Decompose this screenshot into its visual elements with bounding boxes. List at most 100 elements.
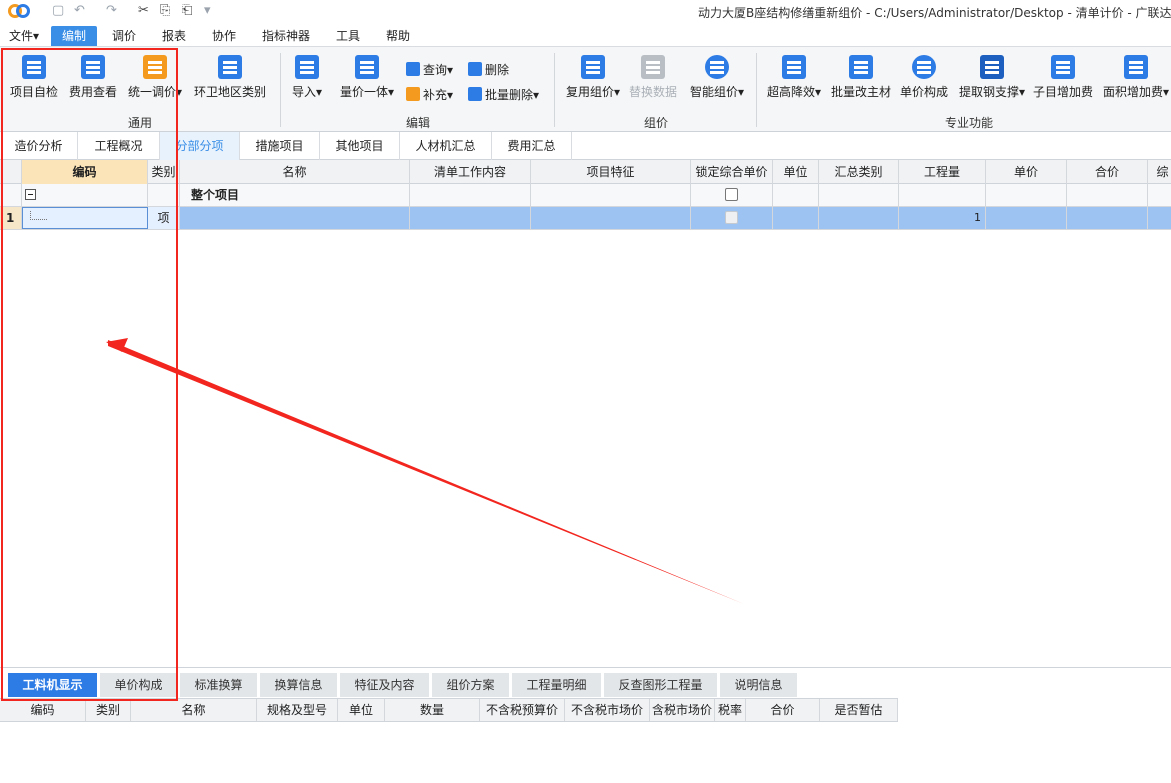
- batch-change-main-material-button[interactable]: 批量改主材: [831, 55, 891, 100]
- tab-sub-items[interactable]: 分部分项: [160, 132, 240, 160]
- total-price-cell[interactable]: [1067, 184, 1148, 206]
- replace-data-button[interactable]: 替换数据: [629, 55, 677, 100]
- column-header-type[interactable]: 类别: [148, 160, 180, 184]
- save-icon[interactable]: ▢: [52, 3, 64, 18]
- tab-standard-conversion[interactable]: 标准换算: [180, 673, 258, 697]
- detail-header-name[interactable]: 名称: [131, 699, 257, 721]
- unified-price-adjust-button[interactable]: 统一调价▾: [128, 55, 182, 100]
- tab-conversion-info[interactable]: 换算信息: [260, 673, 338, 697]
- sanitation-area-category-button[interactable]: 环卫地区类别: [194, 55, 266, 100]
- tab-reverse-graphic-quantity[interactable]: 反查图形工程量: [604, 673, 718, 697]
- redo-icon[interactable]: ↷: [106, 3, 117, 18]
- detail-header-budget-price[interactable]: 不含税预算价: [480, 699, 565, 721]
- area-surcharge-button[interactable]: 面积增加费▾: [1103, 55, 1169, 100]
- copy-icon[interactable]: ⎘: [160, 3, 170, 18]
- column-header-unit-price[interactable]: 单价: [986, 160, 1067, 184]
- features-cell[interactable]: [531, 207, 691, 229]
- quantity-cell[interactable]: [899, 184, 986, 206]
- import-button[interactable]: 导入▾: [292, 55, 322, 100]
- unit-price-cell[interactable]: [986, 207, 1067, 229]
- total-price-cell[interactable]: [1067, 207, 1148, 229]
- name-cell[interactable]: 整个项目: [180, 184, 410, 206]
- column-header-name[interactable]: 名称: [180, 160, 410, 184]
- tab-measures[interactable]: 措施项目: [240, 132, 320, 160]
- code-cell[interactable]: [22, 184, 148, 206]
- tab-pricing-scheme[interactable]: 组价方案: [432, 673, 510, 697]
- super-height-reduction-button[interactable]: 超高降效▾: [767, 55, 821, 100]
- smart-pricing-button[interactable]: 智能组价▾: [690, 55, 744, 100]
- lock-price-checkbox[interactable]: [725, 211, 738, 224]
- work-content-cell[interactable]: [410, 184, 531, 206]
- menu-edit[interactable]: 编制: [51, 26, 98, 46]
- summary-category-cell[interactable]: [819, 207, 899, 229]
- detail-header-code[interactable]: 编码: [0, 699, 86, 721]
- column-header-code[interactable]: 编码: [22, 160, 148, 184]
- lock-price-checkbox[interactable]: [725, 188, 738, 201]
- tab-description-info[interactable]: 说明信息: [720, 673, 798, 697]
- column-header-quantity[interactable]: 工程量: [899, 160, 986, 184]
- features-cell[interactable]: [531, 184, 691, 206]
- tab-other-items[interactable]: 其他项目: [320, 132, 400, 160]
- column-header-summary-category[interactable]: 汇总类别: [819, 160, 899, 184]
- column-header-unit[interactable]: 单位: [773, 160, 819, 184]
- supplement-button[interactable]: 补充▾: [406, 85, 453, 105]
- table-row[interactable]: 1 项 1: [0, 207, 1171, 230]
- detail-header-tax-market-price[interactable]: 含税市场价: [650, 699, 715, 721]
- paste-icon[interactable]: ⎗: [182, 3, 192, 18]
- undo-icon[interactable]: ↶: [74, 3, 85, 18]
- tab-quantity-detail[interactable]: 工程量明细: [512, 673, 602, 697]
- type-cell[interactable]: [148, 184, 180, 206]
- detail-header-provisional[interactable]: 是否暂估: [820, 699, 898, 721]
- detail-header-market-price[interactable]: 不含税市场价: [565, 699, 650, 721]
- grid-empty-area[interactable]: [0, 231, 1171, 667]
- batch-delete-button[interactable]: 批量删除▾: [468, 85, 539, 105]
- reuse-pricing-button[interactable]: 复用组价▾: [566, 55, 620, 100]
- menu-indicator-tool[interactable]: 指标神器: [256, 26, 316, 46]
- tab-labor-material-display[interactable]: 工料机显示: [8, 673, 98, 697]
- menu-adjust-price[interactable]: 调价: [106, 26, 142, 46]
- quantity-price-integration-button[interactable]: 量价一体▾: [340, 55, 394, 100]
- detail-header-unit[interactable]: 单位: [338, 699, 385, 721]
- detail-header-type[interactable]: 类别: [86, 699, 131, 721]
- detail-header-quantity[interactable]: 数量: [385, 699, 480, 721]
- detail-header-total[interactable]: 合价: [746, 699, 820, 721]
- unit-price-cell[interactable]: [986, 184, 1067, 206]
- tab-unit-price-composition[interactable]: 单价构成: [100, 673, 178, 697]
- table-row[interactable]: 整个项目: [0, 184, 1171, 207]
- type-cell[interactable]: 项: [148, 207, 180, 229]
- tab-cost-summary[interactable]: 费用汇总: [492, 132, 572, 160]
- unit-cell[interactable]: [773, 207, 819, 229]
- tab-features-content[interactable]: 特征及内容: [340, 673, 430, 697]
- unit-price-composition-button[interactable]: 单价构成: [900, 55, 948, 100]
- code-input[interactable]: [22, 207, 148, 229]
- detail-header-spec[interactable]: 规格及型号: [257, 699, 338, 721]
- tab-project-overview[interactable]: 工程概况: [78, 132, 160, 160]
- name-cell[interactable]: [180, 207, 410, 229]
- unit-price-icon: [912, 55, 936, 79]
- sub-item-surcharge-button[interactable]: 子目增加费: [1033, 55, 1093, 100]
- menu-report[interactable]: 报表: [156, 26, 192, 46]
- customize-dropdown-icon[interactable]: ▾: [204, 3, 211, 18]
- column-header-total-price[interactable]: 合价: [1067, 160, 1148, 184]
- work-content-cell[interactable]: [410, 207, 531, 229]
- cut-icon[interactable]: ✂: [138, 3, 149, 18]
- column-header-features[interactable]: 项目特征: [531, 160, 691, 184]
- menu-tools[interactable]: 工具: [330, 26, 366, 46]
- menu-file[interactable]: 文件▾: [3, 26, 45, 46]
- project-self-check-button[interactable]: 项目自检: [10, 55, 58, 100]
- column-header-work-content[interactable]: 清单工作内容: [410, 160, 531, 184]
- unit-cell[interactable]: [773, 184, 819, 206]
- cost-view-button[interactable]: 费用查看: [69, 55, 117, 100]
- menu-collaborate[interactable]: 协作: [206, 26, 242, 46]
- tab-labor-material-summary[interactable]: 人材机汇总: [400, 132, 492, 160]
- column-header-lock-price[interactable]: 锁定综合单价: [691, 160, 773, 184]
- quantity-cell[interactable]: 1: [899, 207, 986, 229]
- column-header-overflow[interactable]: 综: [1148, 160, 1171, 184]
- delete-button[interactable]: 删除: [468, 60, 509, 80]
- tab-cost-analysis[interactable]: 造价分析: [0, 132, 78, 160]
- detail-header-tax-rate[interactable]: 税率: [715, 699, 746, 721]
- menu-help[interactable]: 帮助: [380, 26, 416, 46]
- extract-steel-support-button[interactable]: 提取钢支撑▾: [959, 55, 1025, 100]
- query-button[interactable]: 查询▾: [406, 60, 453, 80]
- summary-category-cell[interactable]: [819, 184, 899, 206]
